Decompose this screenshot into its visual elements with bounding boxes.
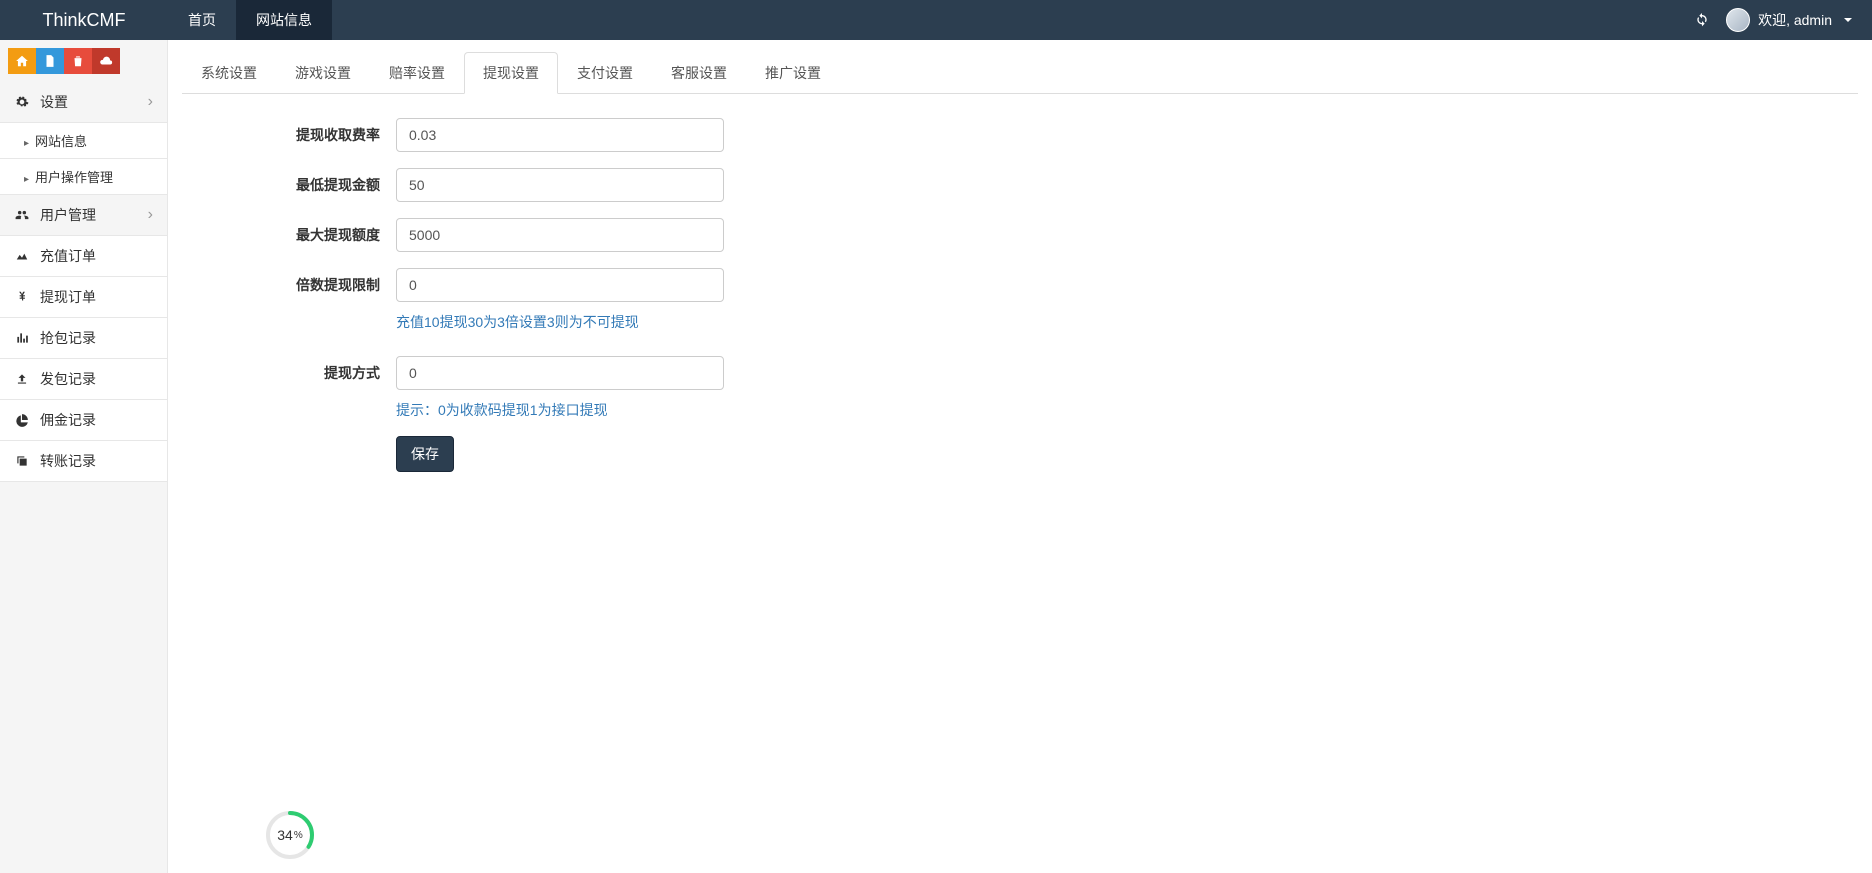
yen-icon (14, 290, 30, 304)
sidebar-group-settings[interactable]: 设置 (0, 82, 167, 123)
sidebar-toolbar (0, 40, 167, 82)
upload-icon (14, 372, 30, 386)
withdraw-form: 提现收取费率 最低提现金额 最大提现额度 倍数提现限制 充值10提现30为3倍设… (182, 94, 1082, 496)
file-icon[interactable] (36, 48, 64, 74)
user-menu[interactable]: 欢迎, admin (1726, 8, 1852, 32)
bars-icon (14, 331, 30, 345)
chart-area-icon (14, 249, 30, 263)
home-icon[interactable] (8, 48, 36, 74)
label-fee-rate: 提现收取费率 (182, 118, 396, 145)
input-fee-rate[interactable] (396, 118, 724, 152)
input-min-withdraw[interactable] (396, 168, 724, 202)
header-right: 欢迎, admin (1694, 8, 1872, 32)
sidebar-group-label: 设置 (40, 92, 68, 112)
brand[interactable]: ThinkCMF (0, 10, 168, 31)
trash-icon[interactable] (64, 48, 92, 74)
sidebar-menu: 设置 网站信息 用户操作管理 用户管理 充值订单 提现订单 抢包记录 (0, 82, 167, 482)
user-greeting: 欢迎, admin (1758, 10, 1832, 30)
pie-icon (14, 413, 30, 427)
sidebar-group-users[interactable]: 用户管理 (0, 195, 167, 236)
sidebar-item-grab[interactable]: 抢包记录 (0, 318, 167, 359)
input-multiple-limit[interactable] (396, 268, 724, 302)
sidebar-item-transfer[interactable]: 转账记录 (0, 441, 167, 482)
tab-service[interactable]: 客服设置 (652, 52, 746, 94)
help-withdraw-method: 提示：0为收款码提现1为接口提现 (396, 400, 724, 420)
label-multiple-limit: 倍数提现限制 (182, 268, 396, 295)
save-button[interactable]: 保存 (396, 436, 454, 472)
tab-payment[interactable]: 支付设置 (558, 52, 652, 94)
tab-promo[interactable]: 推广设置 (746, 52, 840, 94)
label-max-withdraw: 最大提现额度 (182, 218, 396, 245)
tab-game[interactable]: 游戏设置 (276, 52, 370, 94)
sidebar-item-withdraw[interactable]: 提现订单 (0, 277, 167, 318)
sidebar-group-label: 用户管理 (40, 205, 96, 225)
input-max-withdraw[interactable] (396, 218, 724, 252)
header: ThinkCMF 首页 网站信息 欢迎, admin (0, 0, 1872, 40)
progress-text: 34% (264, 809, 316, 861)
sidebar-item-siteinfo[interactable]: 网站信息 (0, 123, 167, 159)
sidebar-item-send[interactable]: 发包记录 (0, 359, 167, 400)
help-multiple-limit: 充值10提现30为3倍设置3则为不可提现 (396, 312, 724, 332)
sidebar: 设置 网站信息 用户操作管理 用户管理 充值订单 提现订单 抢包记录 (0, 40, 168, 873)
top-tab-siteinfo[interactable]: 网站信息 (236, 0, 332, 40)
tab-odds[interactable]: 赔率设置 (370, 52, 464, 94)
tab-system[interactable]: 系统设置 (182, 52, 276, 94)
gears-icon (14, 95, 30, 109)
cloud-icon[interactable] (92, 48, 120, 74)
avatar (1726, 8, 1750, 32)
main-content: 系统设置 游戏设置 赔率设置 提现设置 支付设置 客服设置 推广设置 提现收取费… (168, 40, 1872, 873)
sidebar-item-commission[interactable]: 佣金记录 (0, 400, 167, 441)
progress-badge[interactable]: 34% (264, 809, 316, 861)
label-min-withdraw: 最低提现金额 (182, 168, 396, 195)
input-withdraw-method[interactable] (396, 356, 724, 390)
top-nav-tabs: 首页 网站信息 (168, 0, 332, 40)
users-icon (14, 208, 30, 222)
content-tabs: 系统设置 游戏设置 赔率设置 提现设置 支付设置 客服设置 推广设置 (182, 52, 1858, 94)
refresh-icon[interactable] (1694, 11, 1710, 30)
tab-withdraw[interactable]: 提现设置 (464, 52, 558, 94)
copy-icon (14, 454, 30, 468)
top-tab-home[interactable]: 首页 (168, 0, 236, 40)
label-withdraw-method: 提现方式 (182, 356, 396, 383)
sidebar-item-recharge[interactable]: 充值订单 (0, 236, 167, 277)
sidebar-item-userops[interactable]: 用户操作管理 (0, 159, 167, 195)
chevron-down-icon (1844, 18, 1852, 22)
